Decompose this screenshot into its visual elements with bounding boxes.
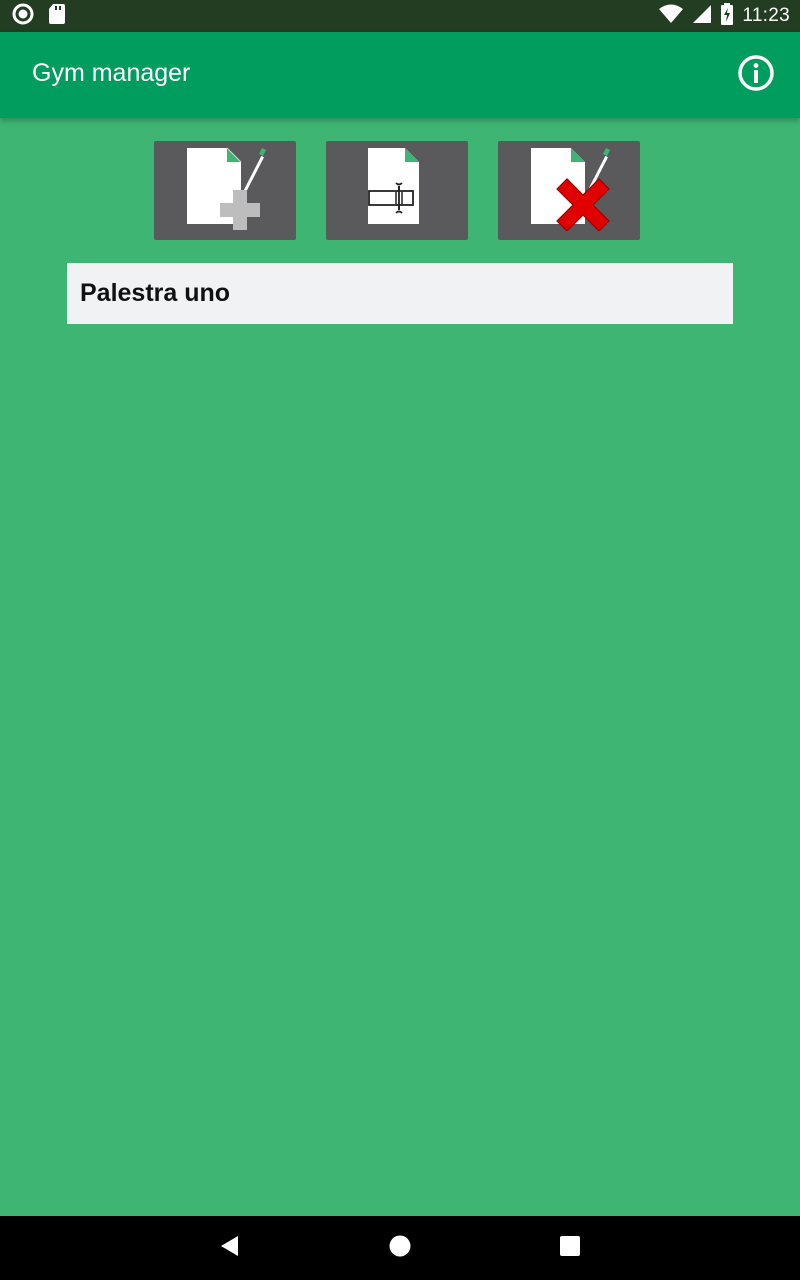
status-left bbox=[12, 3, 66, 30]
app-root: 11:23 Gym manager Palestra uno bbox=[0, 0, 800, 1280]
sd-card-icon bbox=[48, 3, 66, 30]
info-icon bbox=[737, 54, 775, 97]
home-icon bbox=[388, 1234, 412, 1263]
circle-status-icon bbox=[12, 3, 34, 30]
info-button[interactable] bbox=[736, 54, 776, 97]
document-delete-icon bbox=[527, 145, 611, 236]
add-gym-button[interactable] bbox=[154, 141, 296, 240]
list-item[interactable]: Palestra uno bbox=[67, 263, 733, 324]
gym-list: Palestra uno bbox=[67, 263, 733, 324]
back-button[interactable] bbox=[210, 1228, 250, 1268]
back-icon bbox=[218, 1234, 242, 1263]
status-bar: 11:23 bbox=[0, 0, 800, 32]
app-title: Gym manager bbox=[32, 59, 191, 87]
navigation-bar bbox=[0, 1216, 800, 1280]
list-item-label: Palestra uno bbox=[80, 279, 231, 307]
delete-gym-button[interactable] bbox=[498, 141, 640, 240]
rename-gym-button[interactable] bbox=[326, 141, 468, 240]
status-right: 11:23 bbox=[658, 2, 790, 30]
home-button[interactable] bbox=[380, 1228, 420, 1268]
signal-icon bbox=[692, 4, 712, 29]
document-add-icon bbox=[183, 145, 267, 236]
recents-button[interactable] bbox=[550, 1228, 590, 1268]
document-rename-icon bbox=[355, 145, 439, 236]
recents-icon bbox=[558, 1234, 582, 1263]
app-bar: Gym manager bbox=[0, 32, 800, 118]
wifi-icon bbox=[658, 3, 684, 30]
battery-charging-icon bbox=[720, 2, 734, 30]
status-time: 11:23 bbox=[742, 5, 790, 26]
